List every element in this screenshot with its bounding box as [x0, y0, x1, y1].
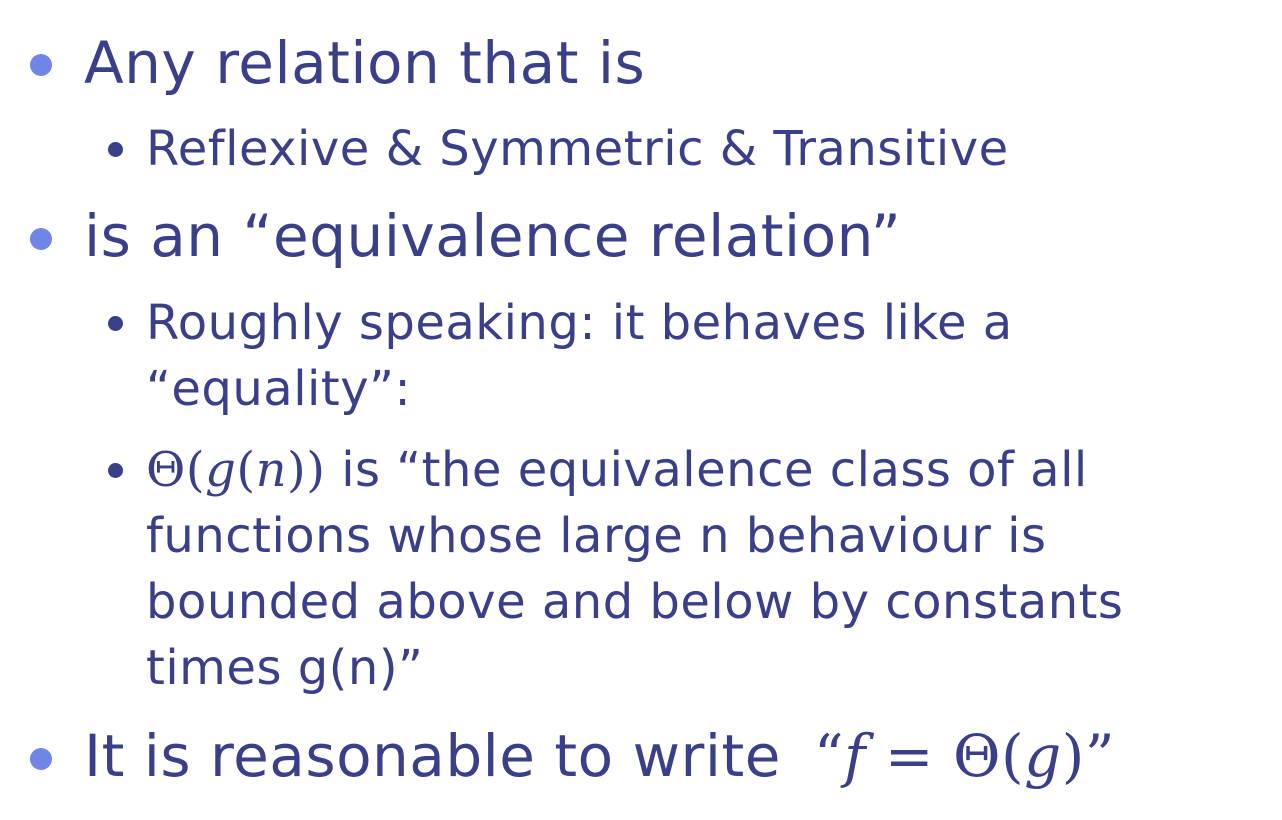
theta-g-of-n-formula: Θ(g(n)) — [146, 442, 325, 498]
open-quote: “ — [813, 722, 844, 790]
bullet-theta-class-line-4: times g(n)” — [146, 640, 424, 696]
theta-symbol: Θ — [952, 722, 1001, 790]
level2-bullet-marker — [108, 316, 123, 331]
slide: Any relation that is Reflexive & Symmetr… — [0, 0, 1282, 820]
bullet-reasonable-to-write: It is reasonable to write “f = Θ(g)” — [84, 727, 1115, 785]
formula-paren: ) — [1061, 722, 1085, 790]
bullet-equivalence-relation: is an “equivalence relation” — [84, 202, 902, 270]
formula-paren: ( — [1001, 722, 1025, 790]
bullet-roughly-speaking-line-2: “equality”: — [146, 361, 412, 417]
theta-symbol: Θ — [146, 442, 186, 498]
formula-paren: )) — [286, 442, 326, 498]
formula-paren: ( — [236, 442, 256, 498]
bullet-roughly-speaking-line-1: Roughly speaking: it behaves like a — [146, 295, 1013, 351]
level1-bullet-marker — [30, 228, 52, 250]
level1-bullet-marker — [30, 54, 52, 76]
formula-paren: ( — [185, 442, 206, 498]
bullet-theta-class-line-3: bounded above and below by constants — [146, 574, 1124, 630]
f-equals-theta-g-formula: “f = Θ(g)” — [814, 722, 1115, 790]
bullet-theta-class-line-2: functions whose large n behaviour is — [146, 508, 1047, 564]
close-quote: ” — [1084, 722, 1116, 790]
level2-bullet-marker — [108, 142, 123, 157]
theta-class-text: is “the equivalence class of all — [325, 442, 1088, 498]
reasonable-text: It is reasonable to write — [84, 722, 800, 790]
bullet-any-relation: Any relation that is — [84, 29, 646, 97]
formula-equals: = — [865, 722, 953, 790]
level1-bullet-marker — [30, 748, 52, 770]
formula-g: g — [205, 442, 237, 498]
bullet-theta-class-line-1: Θ(g(n)) is “the equivalence class of all — [146, 437, 1088, 503]
bullet-reflexive-symmetric-transitive: Reflexive & Symmetric & Transitive — [146, 121, 1009, 177]
formula-n: n — [255, 442, 287, 498]
level2-bullet-marker — [108, 463, 123, 478]
formula-f: f — [843, 722, 866, 790]
formula-g: g — [1024, 722, 1062, 790]
